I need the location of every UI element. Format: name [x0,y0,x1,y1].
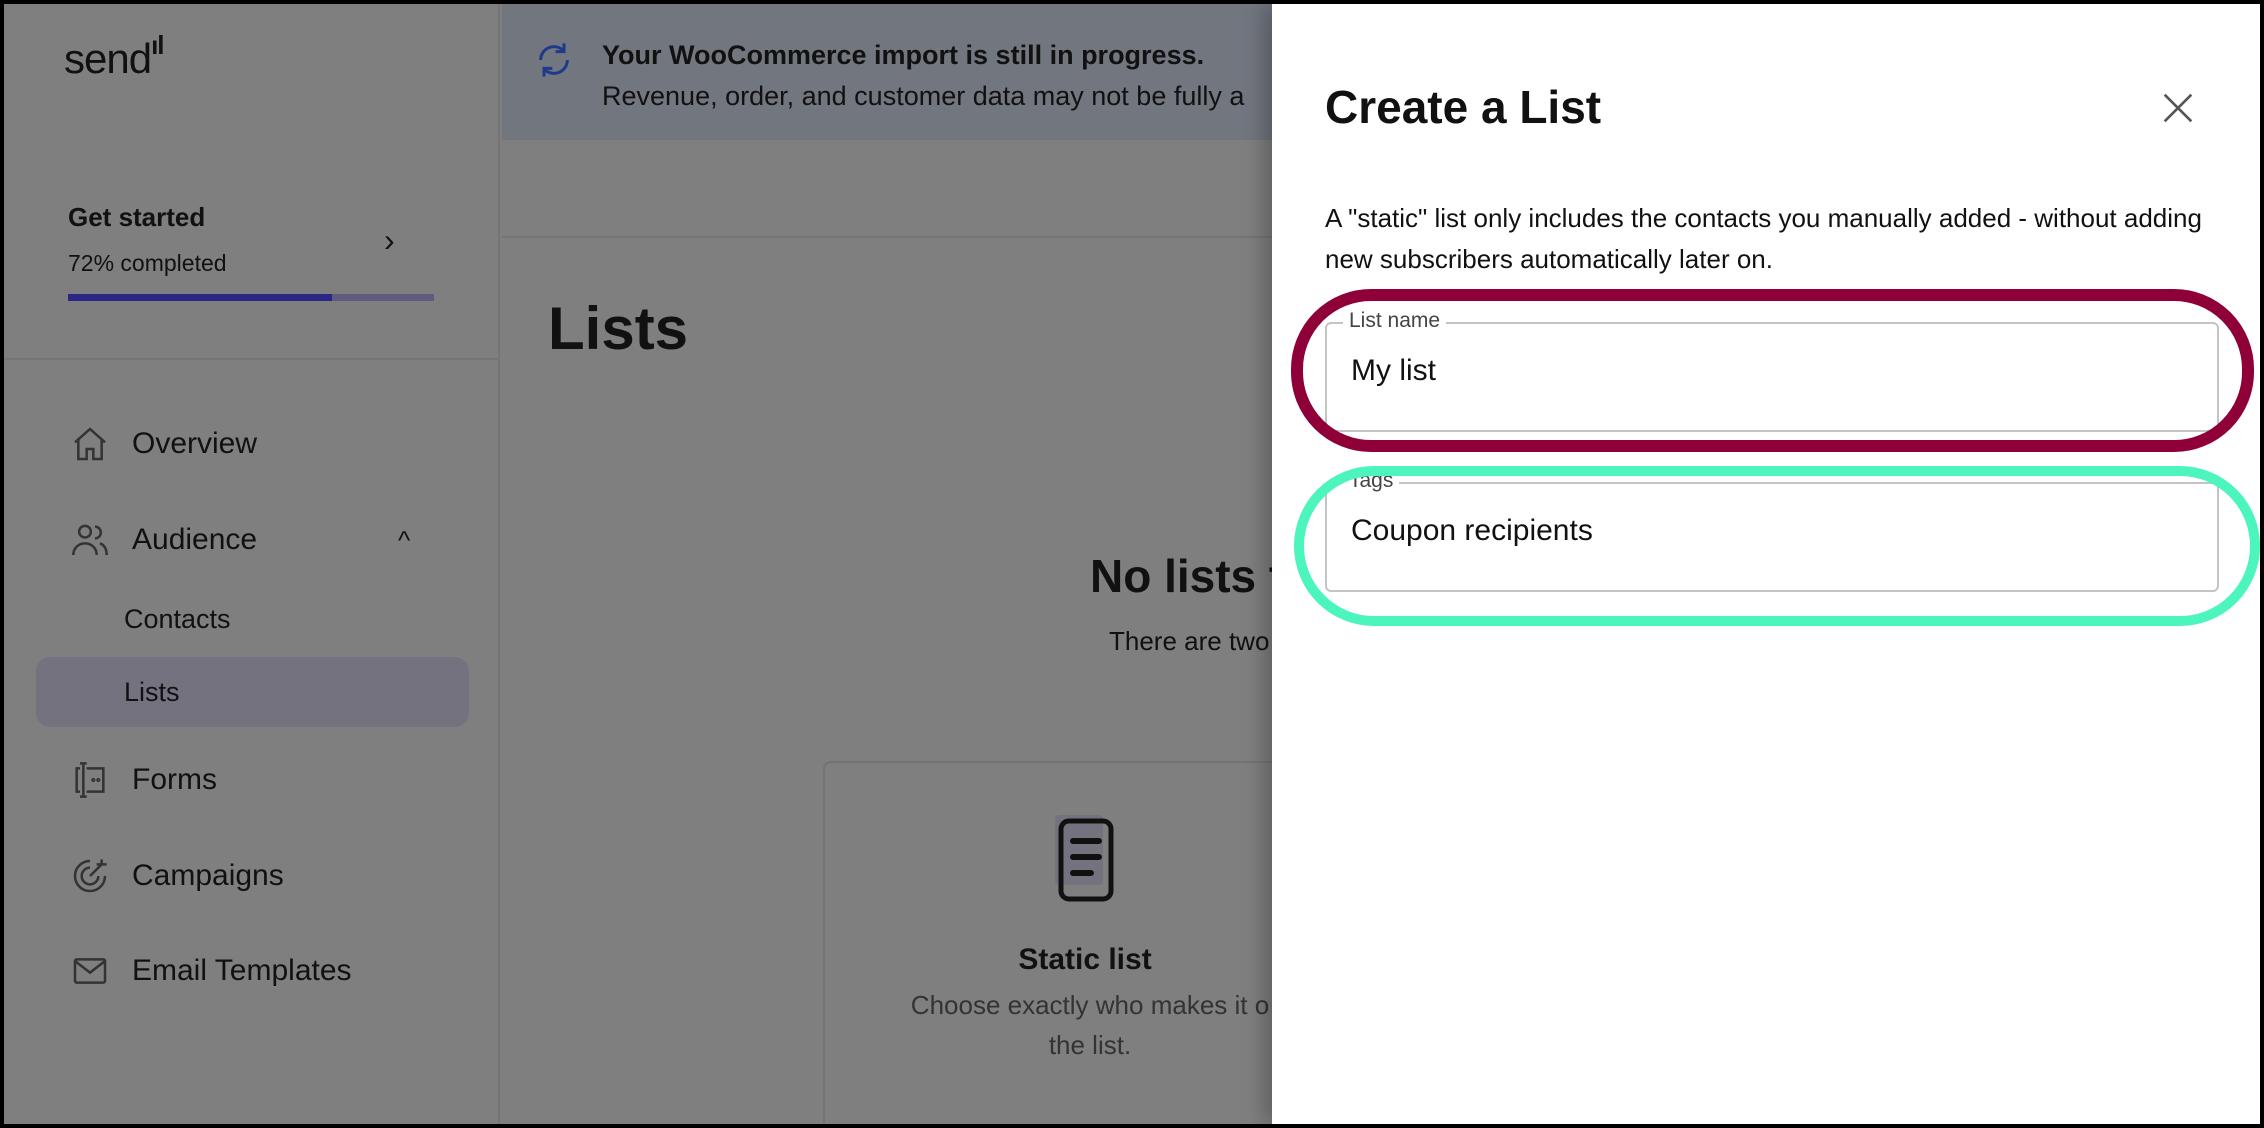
sidebar-item-lists[interactable]: Lists [36,657,469,727]
mail-icon [73,958,107,984]
card-description-line: Choose exactly who makes it o [910,990,1270,1020]
close-icon[interactable] [2158,88,2198,128]
progress-bar [68,294,434,301]
drawer-description: A "static" list only includes the contac… [1325,203,2202,274]
logo[interactable]: sendıl [64,30,165,83]
chevron-right-icon[interactable]: › [384,222,395,259]
tags-field[interactable]: Tags [1325,469,2219,592]
list-name-label: List name [1343,309,1447,333]
sidebar-item-overview[interactable]: Overview [4,419,500,469]
card-description-line: the list. [1048,1030,1132,1060]
logo-text: send [64,35,152,82]
tags-input[interactable] [1351,514,2191,548]
home-icon [74,427,106,461]
target-icon [73,859,107,893]
list-name-input[interactable] [1351,354,2191,388]
sidebar-item-label: Audience [132,523,258,556]
banner-title: Your WooCommerce import is still in prog… [602,40,1205,70]
sidebar-item-label: Contacts [124,603,231,634]
sidebar-item-label: Overview [132,427,258,460]
document-list-icon [1055,815,1114,902]
sidebar-item-contacts[interactable]: Contacts [36,584,469,654]
empty-state-title: No lists t [1090,550,1285,602]
get-started-title: Get started [68,202,206,232]
get-started-progress-text: 72% completed [68,250,227,276]
sidebar-item-label: Email Templates [132,954,352,987]
sidebar-item-label: Forms [132,763,217,796]
sidebar-item-label: Campaigns [132,859,284,892]
card-title: Static list [1018,943,1152,976]
create-list-drawer: Create a List A "static" list only inclu… [1272,4,2260,1124]
sidebar-item-email-templates[interactable]: Email Templates [4,946,500,996]
page-title: Lists [548,295,689,362]
divider [4,358,500,360]
app-window: sendıl Get started 72% completed › Overv… [4,4,2260,1124]
chevron-up-icon[interactable]: ^ [398,525,410,556]
sync-icon [539,43,569,77]
progress-bar-fill [68,294,332,301]
sidebar-item-audience[interactable]: Audience ^ [4,515,500,565]
sidebar: sendıl Get started 72% completed › Overv… [4,4,500,1124]
drawer-title: Create a List [1325,81,1602,133]
sidebar-item-label: Lists [124,676,180,707]
banner-text: Revenue, order, and customer data may no… [602,81,1245,111]
form-icon [75,762,105,798]
users-icon [72,524,108,556]
card-description: Choose exactly who makes it o the list. [880,985,1300,1065]
sidebar-item-campaigns[interactable]: Campaigns [4,851,500,901]
list-name-field[interactable]: List name [1325,309,2219,432]
sidebar-item-forms[interactable]: Forms [4,755,500,805]
empty-state-text: There are two [1109,626,1270,656]
tags-label: Tags [1343,469,1400,493]
